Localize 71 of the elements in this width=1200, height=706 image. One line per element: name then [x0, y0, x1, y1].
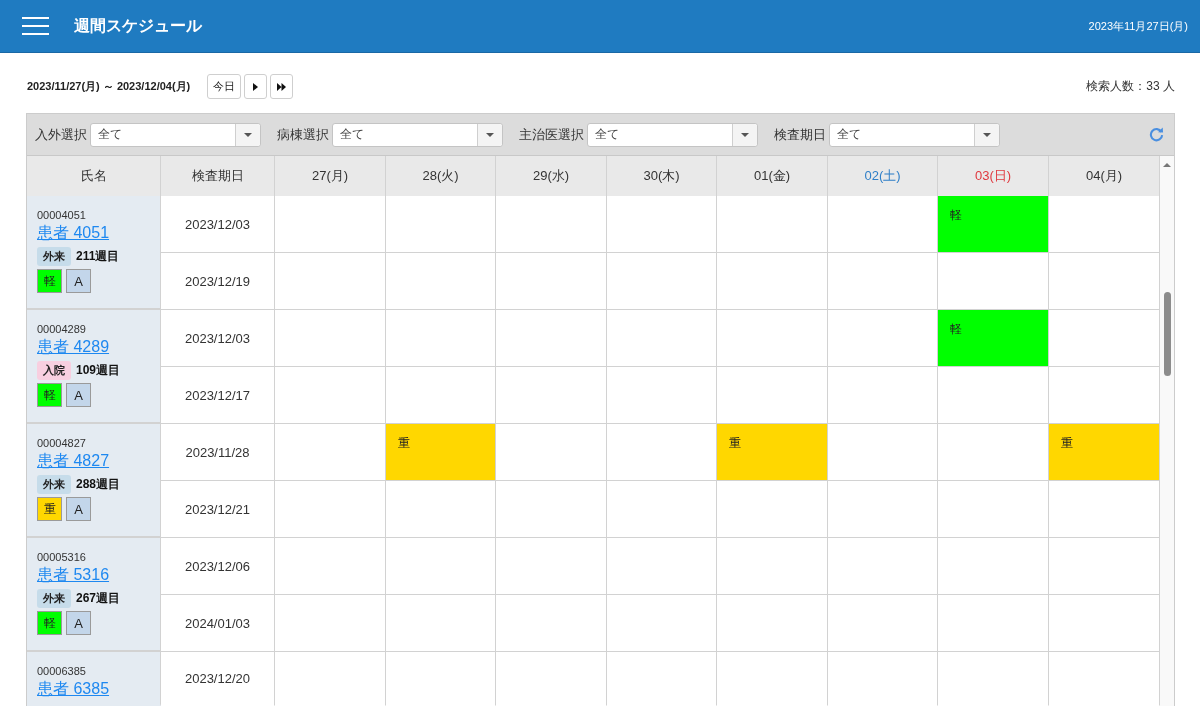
current-date: 2023年11月27日(月): [1088, 18, 1188, 34]
exam-date: 2023/12/21: [184, 501, 251, 517]
severity-chip: 軽: [37, 611, 62, 635]
schedule-event[interactable]: 軽: [938, 196, 1049, 253]
status-badge: 入院: [37, 361, 71, 380]
date-range: 2023/11/27(月) ～ 2023/12/04(月): [27, 79, 191, 94]
week-count: 211週目: [76, 248, 120, 265]
menu-icon[interactable]: [22, 17, 49, 35]
scroll-up-icon[interactable]: [1163, 163, 1171, 167]
filter-label: 主治医選択: [519, 125, 584, 144]
search-count: 検索人数：33 人: [1086, 78, 1175, 95]
day-header: 29(水): [496, 156, 607, 196]
day-header: 30(木): [607, 156, 717, 196]
refresh-icon[interactable]: [1149, 127, 1164, 142]
exam-date: 2023/12/03: [184, 216, 251, 232]
severity-chip: 軽: [37, 269, 62, 293]
severity-chip: 軽: [37, 383, 62, 407]
dropdown-field[interactable]: 全て: [332, 122, 503, 147]
day-header: 04(月): [1049, 156, 1160, 196]
caret-down-icon: [486, 132, 494, 137]
schedule-event[interactable]: 重: [717, 424, 828, 481]
exam-date: 2024/01/03: [184, 615, 251, 631]
page-title: 週間スケジュール: [74, 15, 202, 36]
fast-forward-icon: [277, 82, 287, 91]
dropdown-field[interactable]: 全て: [90, 122, 261, 147]
scrollbar-thumb[interactable]: [1163, 292, 1171, 376]
day-header: 03(日): [938, 156, 1049, 196]
week-count: 109週目: [76, 362, 121, 379]
triangle-right-icon: [253, 82, 259, 91]
column-header: 検査期日: [161, 156, 275, 196]
status-badge: 外来: [37, 247, 71, 266]
status-badge: 外来: [37, 589, 71, 608]
filter-label: 検査期日: [774, 125, 826, 144]
patient-id: 00004051: [37, 208, 86, 222]
schedule-event[interactable]: 重: [386, 424, 496, 481]
exam-date: 2023/12/06: [184, 558, 251, 574]
day-header: 28(火): [386, 156, 496, 196]
week-count: 267週目: [76, 590, 121, 607]
caret-down-icon: [983, 132, 991, 137]
exam-date: 2023/12/20: [184, 671, 251, 686]
grade-chip: A: [66, 611, 91, 635]
today-button[interactable]: 今日: [207, 74, 242, 99]
severity-chip: 重: [37, 497, 62, 521]
grade-chip: A: [66, 383, 91, 407]
column-header: 氏名: [27, 156, 161, 196]
grade-chip: A: [66, 497, 91, 521]
exam-date: 2023/12/03: [184, 330, 251, 346]
grade-chip: A: [66, 269, 91, 293]
scrollbar[interactable]: [1160, 156, 1174, 706]
exam-date: 2023/11/28: [185, 444, 250, 460]
day-header: 01(金): [717, 156, 828, 196]
dropdown-field[interactable]: 全て: [829, 122, 1000, 147]
schedule-event[interactable]: 重: [1049, 424, 1160, 481]
patient-id: 00006385: [37, 664, 86, 678]
patient-id: 00004289: [37, 322, 86, 336]
last-button[interactable]: [270, 74, 294, 99]
schedule-event[interactable]: 軽: [938, 310, 1049, 367]
patient-id: 00004827: [37, 436, 86, 450]
patient-id: 00005316: [37, 550, 86, 564]
status-badge: 外来: [37, 475, 71, 494]
caret-down-icon: [244, 132, 252, 137]
next-button[interactable]: [244, 74, 268, 99]
filter-label: 病棟選択: [277, 125, 329, 144]
day-header: 27(月): [275, 156, 386, 196]
day-header: 02(土): [828, 156, 938, 196]
dropdown-field[interactable]: 全て: [587, 122, 758, 147]
exam-date: 2023/12/17: [184, 387, 251, 403]
exam-date: 2023/12/19: [184, 273, 251, 289]
week-count: 288週目: [76, 476, 121, 493]
caret-down-icon: [741, 132, 749, 137]
filter-label: 入外選択: [35, 125, 87, 144]
